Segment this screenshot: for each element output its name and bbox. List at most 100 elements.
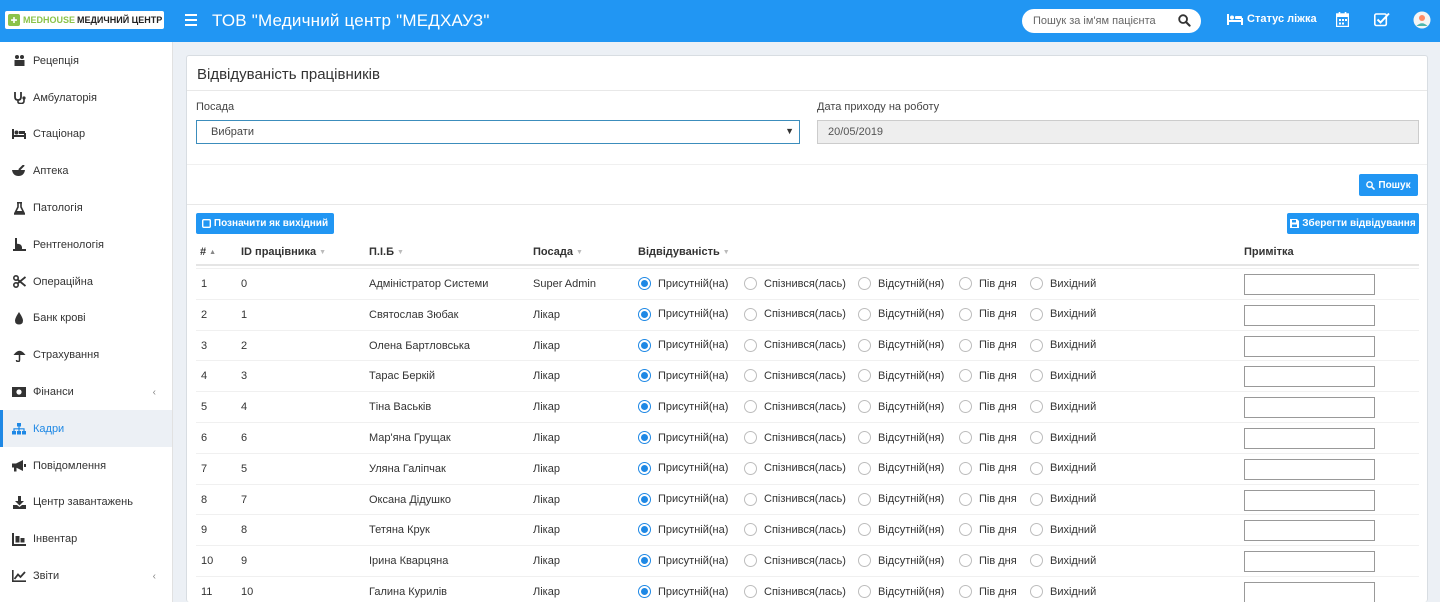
note-input[interactable] [1244,335,1375,357]
sidebar-item-inventory[interactable]: Інвентар [0,521,172,558]
col-position[interactable]: Посада ▼ [533,246,583,258]
radio-circle-icon[interactable] [744,307,757,321]
attendance-radio[interactable]: Присутній(на) [638,277,728,290]
sidebar-item-inpatient[interactable]: Стаціонар [0,116,172,153]
attendance-radio[interactable]: Відсутній(ня) [858,277,944,290]
note-input[interactable] [1244,489,1375,511]
radio-circle-icon[interactable] [858,554,871,568]
radio-circle-icon[interactable] [638,554,651,568]
radio-circle-icon[interactable] [638,369,651,383]
radio-circle-icon[interactable] [959,400,972,414]
radio-circle-icon[interactable] [959,492,972,506]
radio-circle-icon[interactable] [744,492,757,506]
radio-circle-icon[interactable] [744,277,757,290]
attendance-radio[interactable]: Спізнився(лась) [744,307,846,321]
radio-circle-icon[interactable] [858,461,871,475]
attendance-radio[interactable]: Присутній(на) [638,338,728,352]
note-input[interactable] [1244,397,1375,419]
sidebar-item-messages[interactable]: Повідомлення [0,447,172,484]
note-input[interactable] [1244,551,1375,573]
radio-circle-icon[interactable] [1030,431,1043,444]
sidebar-item-reports[interactable]: Звіти ‹ [0,558,172,595]
attendance-radio[interactable]: Відсутній(ня) [858,369,944,383]
radio-circle-icon[interactable] [1030,461,1043,475]
radio-circle-icon[interactable] [959,585,972,598]
radio-circle-icon[interactable] [638,400,651,414]
radio-circle-icon[interactable] [1030,554,1043,568]
attendance-radio[interactable]: Пів дня [959,492,1017,506]
attendance-radio[interactable]: Присутній(на) [638,523,728,537]
radio-circle-icon[interactable] [858,523,871,537]
radio-circle-icon[interactable] [1030,492,1043,506]
attendance-radio[interactable]: Вихідний [1030,431,1096,444]
attendance-radio[interactable]: Присутній(на) [638,492,728,506]
radio-circle-icon[interactable] [1030,369,1043,383]
attendance-radio[interactable]: Вихідний [1030,277,1096,290]
attendance-radio[interactable]: Вихідний [1030,585,1096,598]
bed-status-link[interactable]: Статус ліжка [1227,13,1317,25]
attendance-radio[interactable]: Пів дня [959,307,1017,321]
attendance-radio[interactable]: Відсутній(ня) [858,400,944,414]
attendance-radio[interactable]: Спізнився(лась) [744,277,846,290]
attendance-radio[interactable]: Вихідний [1030,523,1096,537]
radio-circle-icon[interactable] [638,523,651,537]
attendance-radio[interactable]: Пів дня [959,461,1017,475]
sidebar-item-pathology[interactable]: Патологія [0,190,172,227]
attendance-radio[interactable]: Відсутній(ня) [858,492,944,506]
attendance-radio[interactable]: Спізнився(лась) [744,585,846,598]
radio-circle-icon[interactable] [959,338,972,352]
user-avatar-icon[interactable] [1413,11,1431,29]
radio-circle-icon[interactable] [858,431,871,444]
radio-circle-icon[interactable] [744,400,757,414]
attendance-radio[interactable]: Пів дня [959,554,1017,568]
radio-circle-icon[interactable] [1030,307,1043,321]
radio-circle-icon[interactable] [638,277,651,290]
attendance-radio[interactable]: Спізнився(лась) [744,492,846,506]
note-input[interactable] [1244,428,1375,449]
radio-circle-icon[interactable] [744,461,757,475]
attendance-radio[interactable]: Вихідний [1030,554,1096,568]
note-input[interactable] [1244,582,1375,602]
radio-circle-icon[interactable] [959,277,972,290]
attendance-radio[interactable]: Вихідний [1030,492,1096,506]
sidebar-item-pharmacy[interactable]: Аптека [0,153,172,190]
attendance-radio[interactable]: Відсутній(ня) [858,461,944,475]
attendance-radio[interactable]: Спізнився(лась) [744,400,846,414]
attendance-radio[interactable]: Спізнився(лась) [744,461,846,475]
checkbox-icon[interactable] [1374,12,1390,27]
attendance-radio[interactable]: Пів дня [959,338,1017,352]
attendance-radio[interactable]: Спізнився(лась) [744,431,846,444]
attendance-radio[interactable]: Вихідний [1030,307,1096,321]
radio-circle-icon[interactable] [858,492,871,506]
sidebar-item-ambulatory[interactable]: Амбулаторія [0,79,172,116]
radio-circle-icon[interactable] [638,461,651,475]
radio-circle-icon[interactable] [744,523,757,537]
radio-circle-icon[interactable] [959,369,972,383]
radio-circle-icon[interactable] [744,431,757,444]
date-field[interactable]: 20/05/2019 [817,120,1419,144]
attendance-radio[interactable]: Відсутній(ня) [858,585,944,598]
note-input[interactable] [1244,520,1375,542]
attendance-radio[interactable]: Пів дня [959,277,1017,290]
attendance-radio[interactable]: Присутній(на) [638,400,728,414]
mark-holiday-button[interactable]: Позначити як вихідний [196,213,334,234]
sidebar-item-insurance[interactable]: Страхування [0,337,172,374]
attendance-radio[interactable]: Вихідний [1030,461,1096,475]
position-select[interactable]: Вибрати ▼ [196,120,800,144]
attendance-radio[interactable]: Присутній(на) [638,431,728,444]
col-number[interactable]: # ▲ [200,246,216,258]
radio-circle-icon[interactable] [858,369,871,383]
col-attendance[interactable]: Відвідуваність ▼ [638,246,730,258]
col-full-name[interactable]: П.І.Б ▼ [369,246,404,258]
calendar-icon[interactable] [1336,12,1349,27]
patient-search-input[interactable] [1033,15,1173,27]
attendance-radio[interactable]: Пів дня [959,369,1017,383]
radio-circle-icon[interactable] [858,277,871,290]
radio-circle-icon[interactable] [959,554,972,568]
radio-circle-icon[interactable] [1030,277,1043,290]
radio-circle-icon[interactable] [1030,585,1043,598]
attendance-radio[interactable]: Спізнився(лась) [744,554,846,568]
attendance-radio[interactable]: Спізнився(лась) [744,369,846,383]
attendance-radio[interactable]: Відсутній(ня) [858,523,944,537]
attendance-radio[interactable]: Пів дня [959,585,1017,598]
